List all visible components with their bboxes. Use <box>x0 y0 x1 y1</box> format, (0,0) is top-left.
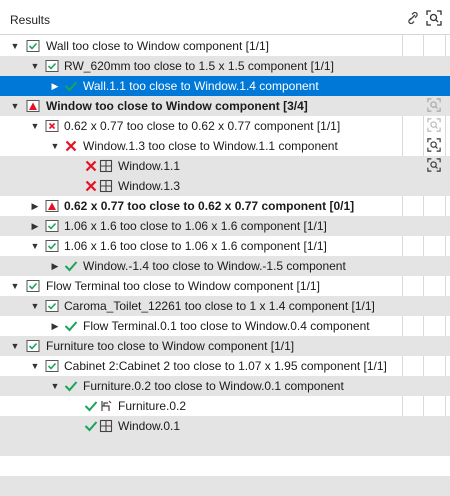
empty-row <box>0 456 450 476</box>
red-x-icon <box>84 179 98 193</box>
empty-row <box>0 436 450 456</box>
tree-row[interactable]: ▼ 1.06 x 1.6 too close to 1.06 x 1.6 comp… <box>0 236 450 256</box>
tree-row[interactable]: ▶ 0.62 x 0.77 too close to 0.62 x 0.77 co… <box>0 196 450 216</box>
checkbox-checked-icon <box>45 59 59 73</box>
tree-row-label: RW_620mm too close to 1.5 x 1.5 componen… <box>64 59 334 73</box>
red-x-icon <box>84 159 98 173</box>
tree-row[interactable]: Window.1.1 <box>0 156 450 176</box>
tree-row-label: 1.06 x 1.6 too close to 1.06 x 1.6 compo… <box>64 219 327 233</box>
checkbox-checked-icon <box>26 39 40 53</box>
tree-row[interactable]: ▼ Wall too close to Window component [1/1… <box>0 36 450 56</box>
furniture-icon <box>99 399 113 413</box>
collapse-arrow-icon[interactable]: ▼ <box>30 356 40 376</box>
expand-arrow-icon[interactable]: ▶ <box>30 216 40 236</box>
collapse-arrow-icon[interactable]: ▼ <box>10 96 20 116</box>
tree-row-label: Furniture.0.2 <box>118 399 187 413</box>
collapse-arrow-icon[interactable]: ▼ <box>10 36 20 56</box>
tree-row[interactable]: ▼ Window too close to Window component [3… <box>0 96 450 116</box>
collapse-arrow-icon[interactable]: ▼ <box>30 296 40 316</box>
zoom-to-fit-icon[interactable] <box>427 118 441 133</box>
warning-triangle-icon <box>26 99 40 113</box>
tree-row-label: Flow Terminal too close to Window compon… <box>46 279 320 293</box>
collapse-arrow-icon[interactable]: ▼ <box>30 116 40 136</box>
tree-row[interactable]: ▼ Flow Terminal too close to Window compo… <box>0 276 450 296</box>
tree-row[interactable]: ▼ Furniture.0.2 too close to Window.0.1 c… <box>0 376 450 396</box>
tree-row-label: Furniture.0.2 too close to Window.0.1 co… <box>83 379 344 393</box>
tree-row[interactable]: ▶ 1.06 x 1.6 too close to 1.06 x 1.6 comp… <box>0 216 450 236</box>
green-check-icon <box>64 259 78 273</box>
tree-row-label: Wall.1.1 too close to Window.1.4 compone… <box>83 79 319 93</box>
results-title: Results <box>10 13 51 27</box>
window-icon <box>99 419 113 433</box>
collapse-arrow-icon[interactable]: ▼ <box>30 236 40 256</box>
results-header: Results <box>0 0 450 35</box>
tree-row-label: 1.06 x 1.6 too close to 1.06 x 1.6 compo… <box>64 239 327 253</box>
green-check-icon <box>64 379 78 393</box>
tree-row-label: Caroma_Toilet_12261 too close to 1 x 1.4… <box>64 299 375 313</box>
link-icon[interactable] <box>405 10 421 26</box>
tree-row-label: Wall too close to Window component [1/1] <box>46 39 269 53</box>
expand-arrow-icon[interactable]: ▶ <box>30 196 40 216</box>
empty-row <box>0 476 450 496</box>
green-check-icon <box>64 79 78 93</box>
green-check-icon <box>84 399 98 413</box>
tree-row[interactable]: ▼ Window.1.3 too close to Window.1.1 comp… <box>0 136 450 156</box>
expand-arrow-icon[interactable]: ▶ <box>50 316 60 336</box>
checkbox-checked-icon <box>45 359 59 373</box>
results-tree: ▼ Wall too close to Window component [1/1… <box>0 36 450 496</box>
zoom-to-fit-icon[interactable] <box>426 10 442 26</box>
collapse-arrow-icon[interactable]: ▼ <box>10 276 20 296</box>
collapse-arrow-icon[interactable]: ▼ <box>50 136 60 156</box>
checkbox-checked-icon <box>45 239 59 253</box>
tree-row[interactable]: ▶ Flow Terminal.0.1 too close to Window.0… <box>0 316 450 336</box>
tree-row-label: Flow Terminal.0.1 too close to Window.0.… <box>83 319 370 333</box>
window-icon <box>99 159 113 173</box>
tree-row-label: Cabinet 2:Cabinet 2 too close to 1.07 x … <box>64 359 387 373</box>
tree-row[interactable]: ▼ RW_620mm too close to 1.5 x 1.5 compone… <box>0 56 450 76</box>
checkbox-checked-icon <box>26 279 40 293</box>
checkbox-checked-icon <box>45 299 59 313</box>
tree-row[interactable]: ▼ Cabinet 2:Cabinet 2 too close to 1.07 x… <box>0 356 450 376</box>
tree-row-label: Window.1.1 <box>118 159 181 173</box>
tree-row[interactable]: ▶ Window.-1.4 too close to Window.-1.5 co… <box>0 256 450 276</box>
collapse-arrow-icon[interactable]: ▼ <box>10 336 20 356</box>
checkbox-checked-icon <box>45 219 59 233</box>
tree-row[interactable]: ▶ Wall.1.1 too close to Window.1.4 compon… <box>0 76 450 96</box>
expand-arrow-icon[interactable]: ▶ <box>50 76 60 96</box>
zoom-to-fit-icon[interactable] <box>427 98 441 113</box>
expand-arrow-icon[interactable]: ▶ <box>50 256 60 276</box>
tree-row[interactable]: ▼ 0.62 x 0.77 too close to 0.62 x 0.77 co… <box>0 116 450 136</box>
tree-row-label: Window.-1.4 too close to Window.-1.5 com… <box>83 259 346 273</box>
warning-triangle-icon <box>45 199 59 213</box>
tree-row-label: Window.0.1 <box>118 419 181 433</box>
tree-row[interactable]: Window.1.3 <box>0 176 450 196</box>
tree-row[interactable]: Furniture.0.2 <box>0 396 450 416</box>
tree-row-label: Window too close to Window component [3/… <box>46 99 308 113</box>
tree-row[interactable]: ▼ Furniture too close to Window component… <box>0 336 450 356</box>
error-x-box-icon <box>45 119 59 133</box>
tree-row-label: Window.1.3 too close to Window.1.1 compo… <box>83 139 338 153</box>
tree-row-label: 0.62 x 0.77 too close to 0.62 x 0.77 com… <box>64 199 355 213</box>
tree-row[interactable]: ▼ Caroma_Toilet_12261 too close to 1 x 1.… <box>0 296 450 316</box>
tree-row-label: 0.62 x 0.77 too close to 0.62 x 0.77 com… <box>64 119 341 133</box>
collapse-arrow-icon[interactable]: ▼ <box>50 376 60 396</box>
collapse-arrow-icon[interactable]: ▼ <box>30 56 40 76</box>
tree-row-label: Furniture too close to Window component … <box>46 339 295 353</box>
zoom-to-fit-icon[interactable] <box>427 158 441 173</box>
zoom-to-fit-icon[interactable] <box>427 138 441 153</box>
window-icon <box>99 179 113 193</box>
green-check-icon <box>64 319 78 333</box>
tree-row-label: Window.1.3 <box>118 179 181 193</box>
green-check-icon <box>84 419 98 433</box>
red-x-icon <box>64 139 78 153</box>
checkbox-checked-icon <box>26 339 40 353</box>
tree-row[interactable]: Window.0.1 <box>0 416 450 436</box>
